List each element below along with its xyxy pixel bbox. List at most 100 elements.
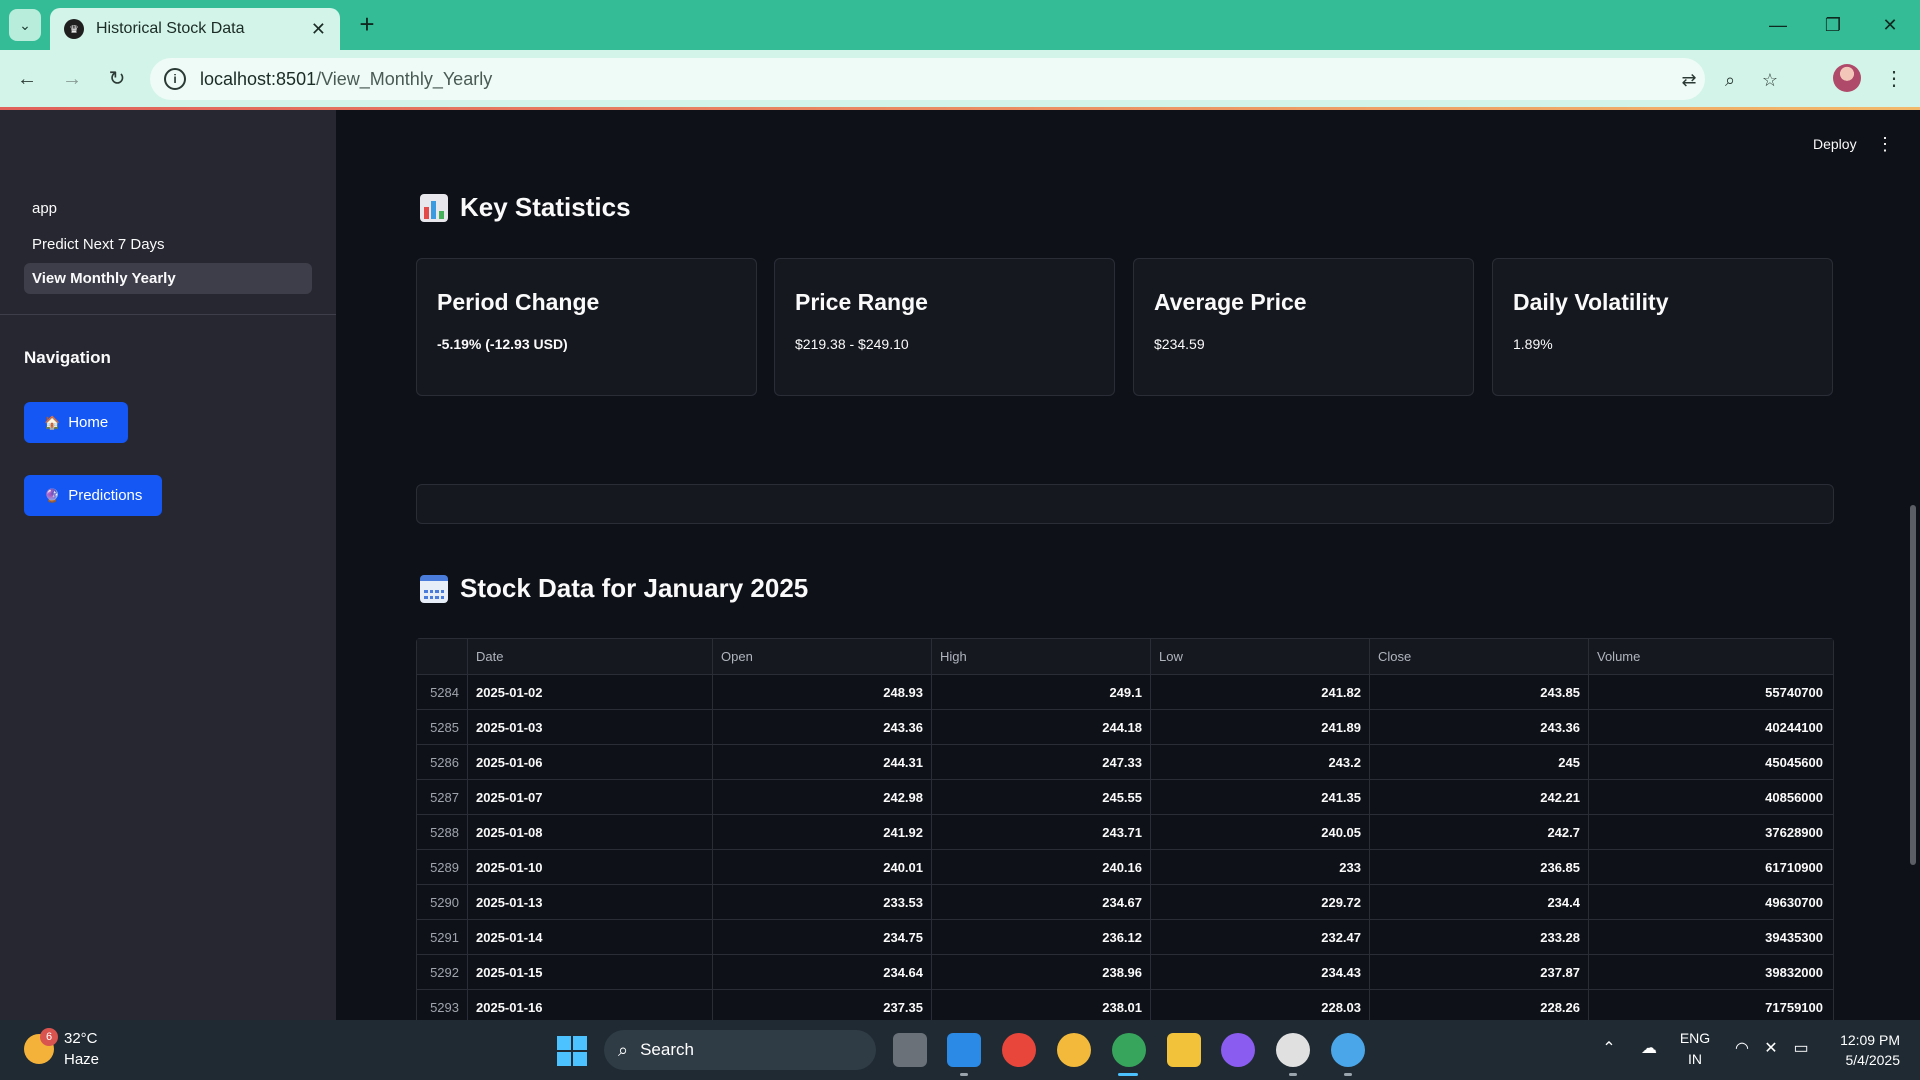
table-row[interactable]: 5287 2025-01-07 242.98 245.55 241.35 242.21 40… <box>417 780 1833 815</box>
address-bar[interactable]: i localhost:8501/View_Monthly_Yearly ⇄ ⌕… <box>150 58 1778 100</box>
browser-tab[interactable]: ♛ Historical Stock Data ✕ <box>50 8 340 50</box>
chrome-profile-icon[interactable] <box>1057 1033 1091 1067</box>
close-cell: 242.21 <box>1370 780 1589 814</box>
chatgpt-icon[interactable] <box>1276 1033 1310 1067</box>
tab-list-button[interactable]: ⌄ <box>9 9 41 41</box>
stock-data-table[interactable]: Date Open High Low Close Volume 5284 2025… <box>416 638 1834 1020</box>
onedrive-icon[interactable]: ☁ <box>1638 1038 1660 1060</box>
sidebar-item-predict[interactable]: Predict Next 7 Days <box>24 229 312 260</box>
stock-data-title: Stock Data for January 2025 <box>420 573 808 604</box>
open-cell: 243.36 <box>713 710 932 744</box>
back-arrow-icon[interactable]: ← <box>10 62 44 96</box>
file-explorer-icon[interactable] <box>1167 1033 1201 1067</box>
open-cell: 237.35 <box>713 990 932 1020</box>
weather-temperature[interactable]: 32°C <box>64 1030 98 1047</box>
chevron-down-icon: ⌄ <box>19 16 31 33</box>
system-clock[interactable]: 12:09 PM 5/4/2025 <box>1830 1030 1900 1070</box>
taskbar-search[interactable]: ⌕ Search <box>604 1030 876 1070</box>
site-info-icon[interactable]: i <box>164 68 186 90</box>
translate-icon[interactable]: ⇄ <box>1675 66 1703 94</box>
close-window-icon[interactable]: ✕ <box>1870 10 1910 40</box>
windows-taskbar: 6 32°C Haze ⌕ Search ⌃ ☁ ENG IN ◠ ✕ ▭ 12… <box>0 1020 1920 1080</box>
paint-icon[interactable] <box>1331 1033 1365 1067</box>
browser-menu-icon[interactable]: ⋮ <box>1880 62 1908 96</box>
table-row[interactable]: 5293 2025-01-16 237.35 238.01 228.03 228.26 71… <box>417 990 1833 1020</box>
high-cell: 243.71 <box>932 815 1151 849</box>
low-cell: 229.72 <box>1151 885 1370 919</box>
column-header[interactable]: Date <box>468 639 713 674</box>
new-tab-button[interactable]: + <box>352 10 382 40</box>
chrome-active-icon[interactable] <box>1112 1033 1146 1067</box>
forward-arrow-icon[interactable]: → <box>55 62 89 96</box>
url-text: localhost:8501/View_Monthly_Yearly <box>200 68 493 89</box>
stat-value: 1.89% <box>1513 336 1553 352</box>
sidebar-item-app[interactable]: app <box>24 193 312 224</box>
column-header[interactable]: Volume <box>1589 639 1831 674</box>
low-cell: 228.03 <box>1151 990 1370 1020</box>
restore-icon[interactable]: ❐ <box>1813 10 1853 40</box>
high-cell: 238.96 <box>932 955 1151 989</box>
column-header[interactable]: Close <box>1370 639 1589 674</box>
low-cell: 232.47 <box>1151 920 1370 954</box>
muted-speaker-icon[interactable]: ✕ <box>1760 1038 1782 1060</box>
table-row[interactable]: 5284 2025-01-02 248.93 249.1 241.82 243.85 557… <box>417 675 1833 710</box>
windows-start-icon[interactable] <box>557 1036 587 1066</box>
battery-icon[interactable]: ▭ <box>1790 1038 1812 1060</box>
chevron-up-icon[interactable]: ⌃ <box>1598 1038 1620 1060</box>
close-cell: 234.4 <box>1370 885 1589 919</box>
close-cell: 243.85 <box>1370 675 1589 709</box>
minimize-icon[interactable]: — <box>1758 10 1798 40</box>
tab-close-icon[interactable]: ✕ <box>311 19 326 40</box>
clock-date: 5/4/2025 <box>1845 1052 1901 1068</box>
table-row[interactable]: 5292 2025-01-15 234.64 238.96 234.43 237.87 39… <box>417 955 1833 990</box>
table-body: 5284 2025-01-02 248.93 249.1 241.82 243.85 557… <box>417 675 1833 1020</box>
index-header <box>417 639 468 674</box>
stat-value: -5.19% (-12.93 USD) <box>437 336 568 352</box>
table-row[interactable]: 5286 2025-01-06 244.31 247.33 243.2 245 450456… <box>417 745 1833 780</box>
row-index: 5284 <box>417 675 468 709</box>
reload-icon[interactable]: ↻ <box>100 62 134 96</box>
clock-time: 12:09 PM <box>1840 1032 1900 1048</box>
home-button[interactable]: 🏠 Home <box>24 402 129 443</box>
bookmark-star-icon[interactable]: ☆ <box>1756 66 1784 94</box>
column-header[interactable]: High <box>932 639 1151 674</box>
chrome-icon[interactable] <box>1002 1033 1036 1067</box>
volume-cell: 49630700 <box>1765 894 1823 910</box>
table-header-row: Date Open High Low Close Volume <box>417 639 1833 675</box>
predictions-button[interactable]: 🔮 Predictions <box>24 475 163 516</box>
main-content: Deploy ⋮ Key Statistics Period Change -5… <box>336 110 1920 1020</box>
low-cell: 243.2 <box>1151 745 1370 779</box>
task-view-icon[interactable] <box>893 1033 927 1067</box>
vscode-icon[interactable] <box>947 1033 981 1067</box>
stat-label: Average Price <box>1154 289 1307 315</box>
wifi-icon[interactable]: ◠ <box>1731 1038 1753 1060</box>
table-row[interactable]: 5289 2025-01-10 240.01 240.16 233 236.85 61710… <box>417 850 1833 885</box>
page-scrollbar[interactable] <box>1910 505 1916 865</box>
deploy-button[interactable]: Deploy <box>1813 136 1857 152</box>
table-row[interactable]: 5288 2025-01-08 241.92 243.71 240.05 242.7 376… <box>417 815 1833 850</box>
close-cell: 233.28 <box>1370 920 1589 954</box>
table-row[interactable]: 5290 2025-01-13 233.53 234.67 229.72 234.4 496… <box>417 885 1833 920</box>
profile-avatar[interactable] <box>1833 64 1861 92</box>
stat-label: Period Change <box>437 289 600 315</box>
table-row[interactable]: 5285 2025-01-03 243.36 244.18 241.89 243.36 40… <box>417 710 1833 745</box>
high-cell: 244.18 <box>932 710 1151 744</box>
home-button-label: Home <box>68 414 109 431</box>
table-row[interactable]: 5291 2025-01-14 234.75 236.12 232.47 233.28 39… <box>417 920 1833 955</box>
date-cell: 2025-01-08 <box>468 815 713 849</box>
weather-description[interactable]: Haze <box>64 1051 99 1068</box>
volume-cell: 71759100 <box>1765 999 1823 1015</box>
zoom-icon[interactable]: ⌕ <box>1716 66 1744 94</box>
high-cell: 234.67 <box>932 885 1151 919</box>
sidebar-item-monthly-yearly[interactable]: View Monthly Yearly <box>24 263 312 294</box>
language-region[interactable]: IN <box>1678 1051 1712 1067</box>
app-menu-icon[interactable]: ⋮ <box>1876 134 1894 155</box>
sidebar-divider <box>0 314 336 315</box>
column-header[interactable]: Low <box>1151 639 1370 674</box>
volume-cell: 45045600 <box>1765 754 1823 770</box>
stat-value: $234.59 <box>1154 336 1205 352</box>
column-header[interactable]: Open <box>713 639 932 674</box>
copilot-icon[interactable] <box>1221 1033 1255 1067</box>
language-code[interactable]: ENG <box>1678 1030 1712 1046</box>
running-indicator <box>960 1073 968 1076</box>
